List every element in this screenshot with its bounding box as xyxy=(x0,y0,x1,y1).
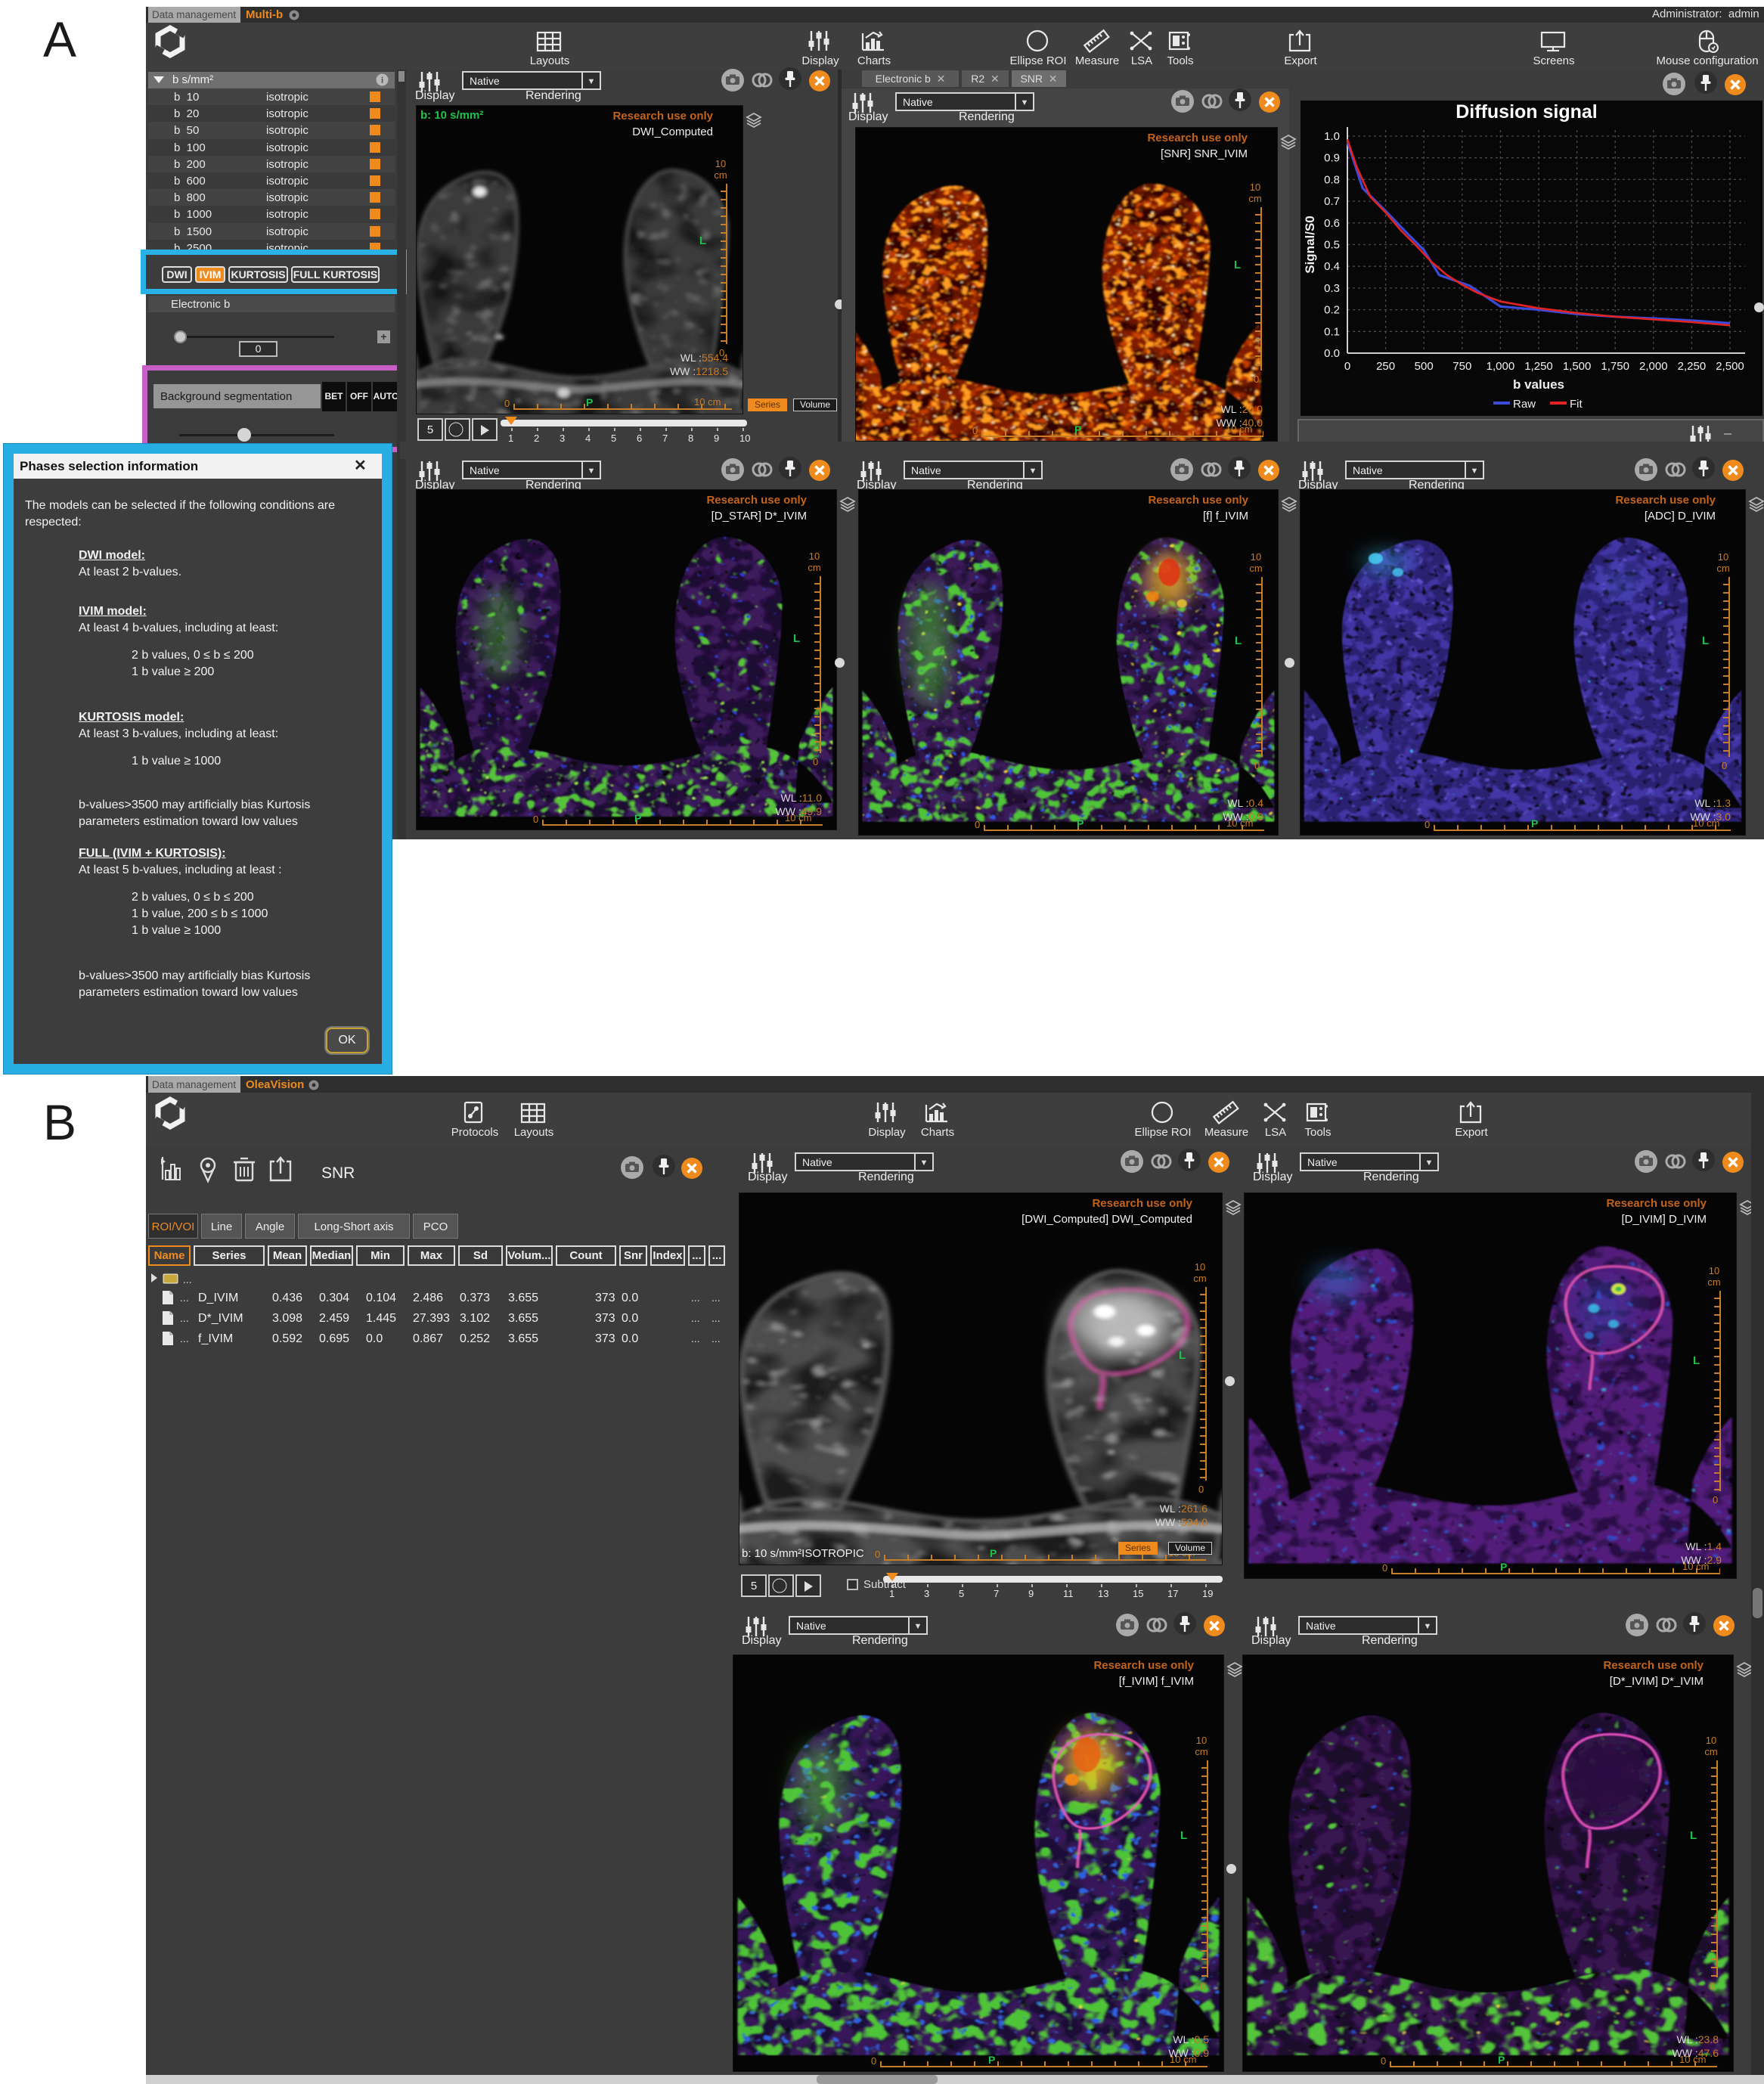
svg-text:2,250: 2,250 xyxy=(1678,360,1707,373)
svg-text:1,500: 1,500 xyxy=(1563,360,1592,373)
svg-text:0.7: 0.7 xyxy=(1324,195,1340,208)
svg-text:250: 250 xyxy=(1376,360,1395,373)
svg-text:Raw: Raw xyxy=(1513,398,1536,411)
svg-text:0: 0 xyxy=(1344,360,1350,373)
svg-text:Fit: Fit xyxy=(1570,398,1583,411)
svg-text:0.1: 0.1 xyxy=(1324,325,1340,338)
svg-text:0.0: 0.0 xyxy=(1324,347,1340,360)
svg-text:Diffusion signal: Diffusion signal xyxy=(1456,101,1598,122)
svg-text:2,000: 2,000 xyxy=(1639,360,1668,373)
svg-text:1.0: 1.0 xyxy=(1324,130,1340,143)
svg-text:500: 500 xyxy=(1415,360,1434,373)
svg-text:1,750: 1,750 xyxy=(1601,360,1629,373)
svg-text:1,250: 1,250 xyxy=(1524,360,1553,373)
svg-text:2,500: 2,500 xyxy=(1716,360,1744,373)
svg-text:Signal/S0: Signal/S0 xyxy=(1303,216,1317,274)
svg-text:0.2: 0.2 xyxy=(1324,304,1340,317)
svg-text:b values: b values xyxy=(1513,377,1564,392)
svg-text:0.6: 0.6 xyxy=(1324,217,1340,230)
svg-text:0.8: 0.8 xyxy=(1324,173,1340,186)
svg-text:0.5: 0.5 xyxy=(1324,239,1340,252)
svg-text:1,000: 1,000 xyxy=(1487,360,1515,373)
svg-text:750: 750 xyxy=(1452,360,1471,373)
svg-text:0.4: 0.4 xyxy=(1324,260,1340,273)
svg-text:0.3: 0.3 xyxy=(1324,282,1340,295)
svg-text:0.9: 0.9 xyxy=(1324,152,1340,165)
